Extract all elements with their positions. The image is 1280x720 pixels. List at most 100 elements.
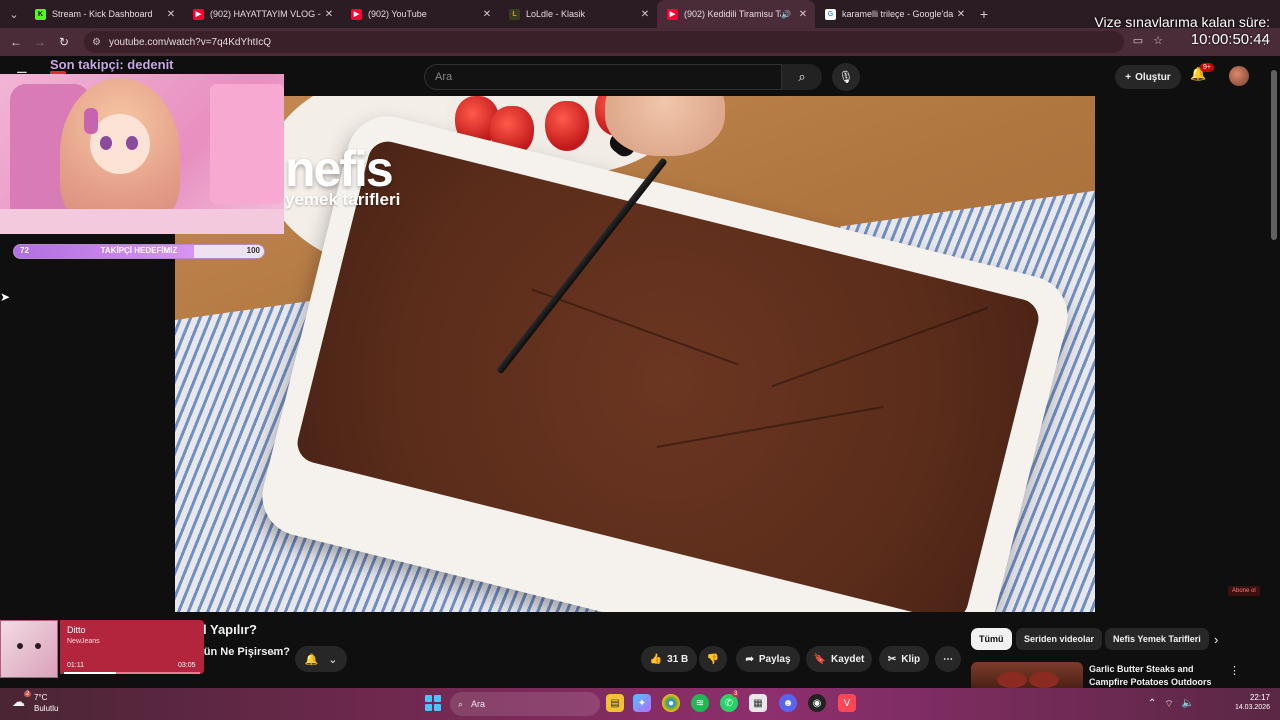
song-progress-fill: [64, 672, 116, 674]
close-icon[interactable]: ✕: [323, 9, 335, 20]
follower-goal-bar: 72 TAKİPÇİ HEDEFİMİZ 100: [13, 244, 265, 259]
clock-time[interactable]: 22:17: [1242, 693, 1270, 702]
album-art-eye: [35, 643, 41, 649]
browser-tab-active[interactable]: ▶ (902) Kedidili Tiramisu Tarifi 🔊 ✕: [657, 0, 815, 28]
more-vertical-icon[interactable]: ⋮: [1229, 664, 1240, 677]
volume-icon[interactable]: 🔈: [1182, 698, 1194, 711]
search-input[interactable]: Ara: [424, 64, 782, 90]
browser-tab[interactable]: G karamelli trileçe - Google'da Ara ✕: [815, 0, 973, 28]
goal-target: 100: [246, 246, 260, 255]
countdown-value: 10:00:50:44: [1190, 31, 1270, 48]
dislike-button[interactable]: 👎: [699, 646, 727, 672]
kick-icon: K: [35, 8, 46, 20]
tab-title: (902) Kedidili Tiramisu Tarifi: [684, 9, 781, 19]
spotify-icon[interactable]: ≋: [691, 694, 709, 712]
search-icon: ⌕: [458, 698, 464, 709]
copilot-icon[interactable]: ✦: [633, 694, 651, 712]
more-actions-button[interactable]: ⋯: [935, 646, 961, 672]
chip-series[interactable]: Seriden videolar: [1016, 628, 1103, 650]
song-elapsed: 01:11: [67, 662, 84, 669]
browser-tab[interactable]: L LoLdle - Klasik ✕: [499, 0, 657, 28]
new-tab-button[interactable]: +: [973, 6, 995, 22]
voice-search-button[interactable]: 🎙: [832, 63, 860, 91]
whatsapp-badge: 3: [732, 691, 740, 697]
reload-button[interactable]: ↻: [52, 35, 76, 49]
close-icon[interactable]: ✕: [797, 9, 809, 20]
windows-start-icon[interactable]: [425, 695, 441, 711]
tab-title: LoLdle - Klasik: [526, 9, 586, 19]
windows-taskbar: ☁ 2 7°C Bulutlu ⌕ Ara ▤ ✦ ● ≋ ✆ 3 ▦ ☻ ◉ …: [0, 688, 1280, 720]
album-art-image: [0, 620, 58, 678]
google-icon: G: [825, 8, 836, 20]
page-scrollbar[interactable]: [1270, 60, 1278, 690]
thumbs-up-icon: 👍: [649, 653, 663, 665]
search-icon: ⌕: [798, 69, 806, 84]
url-field[interactable]: ⚙ youtube.com/watch?v=7q4KdYhtIcQ: [84, 31, 1124, 53]
tab-title: (902) YouTube: [368, 9, 427, 19]
forward-button[interactable]: →: [28, 35, 52, 49]
share-icon: ➦: [745, 653, 754, 665]
back-button[interactable]: ←: [4, 35, 28, 49]
youtube-icon: ▶: [193, 8, 204, 20]
anime-eye-image: [100, 136, 112, 150]
notepad-icon[interactable]: ▦: [749, 694, 767, 712]
speaker-icon[interactable]: 🔊: [781, 10, 791, 19]
subscribe-watermark-badge[interactable]: Abone ol: [1228, 586, 1260, 596]
discord-icon[interactable]: ☻: [779, 694, 797, 712]
clock-date[interactable]: 14.03.2026: [1228, 704, 1270, 711]
network-icon[interactable]: ⌔: [1164, 698, 1173, 711]
site-info-icon[interactable]: ⚙: [92, 37, 101, 48]
browser-tab[interactable]: ▶ (902) YouTube ✕: [341, 0, 499, 28]
close-icon[interactable]: ✕: [481, 9, 493, 20]
subscription-bell-button[interactable]: 🔔 ⌄: [295, 646, 347, 672]
steak-image: [1029, 672, 1059, 688]
save-button[interactable]: 🔖 Kaydet: [806, 646, 872, 672]
tab-search-button[interactable]: ⌄: [3, 3, 25, 25]
recommended-video-title[interactable]: Garlic Butter Steaks and Campfire Potato…: [1089, 663, 1219, 689]
taskbar-search[interactable]: ⌕ Ara: [450, 692, 600, 716]
taskbar-search-label: Ara: [471, 699, 486, 709]
chevron-up-icon[interactable]: ⌃: [1148, 698, 1156, 711]
avatar[interactable]: [1229, 66, 1249, 86]
weather-description[interactable]: Bulutlu: [34, 704, 58, 713]
like-button[interactable]: 👍 31 B: [641, 646, 697, 672]
search-button[interactable]: ⌕: [782, 64, 822, 90]
browser-tab[interactable]: ▶ (902) HAYATTAYIM VLOG - YouTube ✕: [183, 0, 341, 28]
create-button[interactable]: + Oluştur: [1115, 65, 1181, 89]
scrollbar-thumb[interactable]: [1271, 70, 1277, 240]
verified-check-icon: ✔: [271, 648, 278, 657]
close-icon[interactable]: ✕: [955, 9, 967, 20]
desk-image: [0, 209, 284, 234]
recommended-video-thumbnail[interactable]: [971, 662, 1083, 688]
close-icon[interactable]: ✕: [165, 9, 177, 20]
exam-countdown-overlay: Vize sınavlarıma kalan süre: 10:00:50:44: [1094, 14, 1270, 48]
share-button[interactable]: ➦ Paylaş: [736, 646, 800, 672]
share-label: Paylaş: [758, 653, 791, 665]
chip-all[interactable]: Tümü: [971, 628, 1012, 650]
bookmark-icon: 🔖: [813, 653, 827, 665]
chip-channel[interactable]: Nefis Yemek Tarifleri: [1105, 628, 1209, 650]
notification-count-badge: 9+: [1200, 63, 1214, 72]
chevron-down-icon: ⌄: [9, 8, 19, 21]
loldle-icon: L: [509, 8, 520, 20]
tab-title: Stream - Kick Dashboard: [52, 9, 153, 19]
chevron-right-icon[interactable]: ›: [1214, 632, 1218, 647]
like-count: 31 B: [667, 653, 689, 665]
tab-title: (902) HAYATTAYIM VLOG - YouTube: [210, 9, 323, 19]
obs-icon[interactable]: ◉: [808, 694, 826, 712]
chrome-icon[interactable]: ●: [662, 694, 680, 712]
monitor-image: [210, 84, 284, 204]
clip-label: Klip: [901, 653, 921, 665]
weather-temperature[interactable]: 7°C: [34, 693, 47, 702]
clip-button[interactable]: ✂ Klip: [879, 646, 929, 672]
valorant-icon[interactable]: V: [838, 694, 856, 712]
cloud-icon[interactable]: ☁: [12, 694, 25, 710]
browser-tab[interactable]: K Stream - Kick Dashboard ✕: [25, 0, 183, 28]
browser-tab-bar: ⌄ K Stream - Kick Dashboard ✕ ▶ (902) HA…: [0, 0, 1280, 28]
song-duration: 03:05: [178, 662, 196, 669]
youtube-icon: ▶: [351, 8, 362, 20]
file-explorer-icon[interactable]: ▤: [606, 694, 624, 712]
create-label: Oluştur: [1135, 71, 1171, 83]
song-progress-bar: [64, 672, 200, 674]
close-icon[interactable]: ✕: [639, 9, 651, 20]
